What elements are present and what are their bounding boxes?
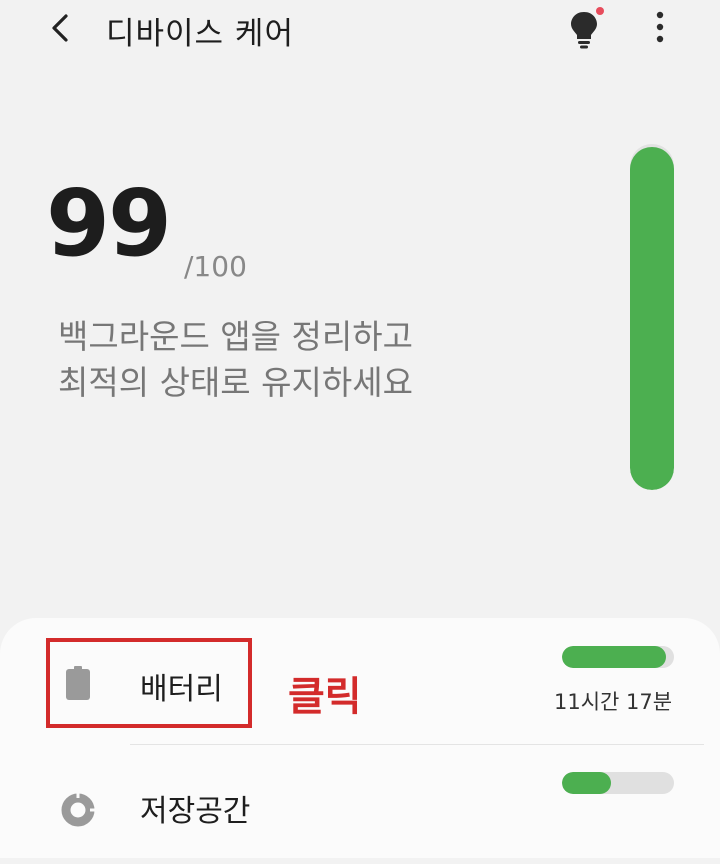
tips-button[interactable] [566, 6, 606, 50]
device-score: 99 [46, 170, 172, 277]
score-gauge [630, 144, 674, 490]
lightbulb-icon [571, 7, 604, 49]
message-line-2: 최적의 상태로 유지하세요 [58, 363, 413, 402]
click-annotation: 클릭 [288, 674, 362, 720]
storage-row[interactable]: 저장공간 [0, 744, 720, 864]
battery-level-bar [562, 646, 674, 668]
back-button[interactable] [44, 10, 80, 46]
more-vertical-icon [656, 11, 664, 43]
battery-time-remaining: 11시간 17분 [554, 690, 673, 714]
message-line-1: 백그라운드 앱을 정리하고 [58, 317, 413, 356]
more-options-button[interactable] [642, 8, 678, 48]
page-title: 디바이스 케어 [106, 16, 294, 52]
top-app-bar: 디바이스 케어 [0, 0, 720, 60]
storage-level-fill [562, 772, 612, 794]
pie-chart-icon [61, 792, 96, 827]
optimization-message: 백그라운드 앱을 정리하고 최적의 상태로 유지하세요 [58, 314, 413, 406]
chevron-left-icon [52, 14, 68, 42]
notification-dot [596, 7, 604, 15]
battery-highlight-box [46, 638, 252, 728]
storage-label: 저장공간 [140, 794, 251, 829]
storage-level-bar [562, 772, 674, 794]
battery-level-fill [562, 646, 667, 668]
score-gauge-fill [630, 147, 674, 490]
score-max: /100 [184, 250, 247, 283]
